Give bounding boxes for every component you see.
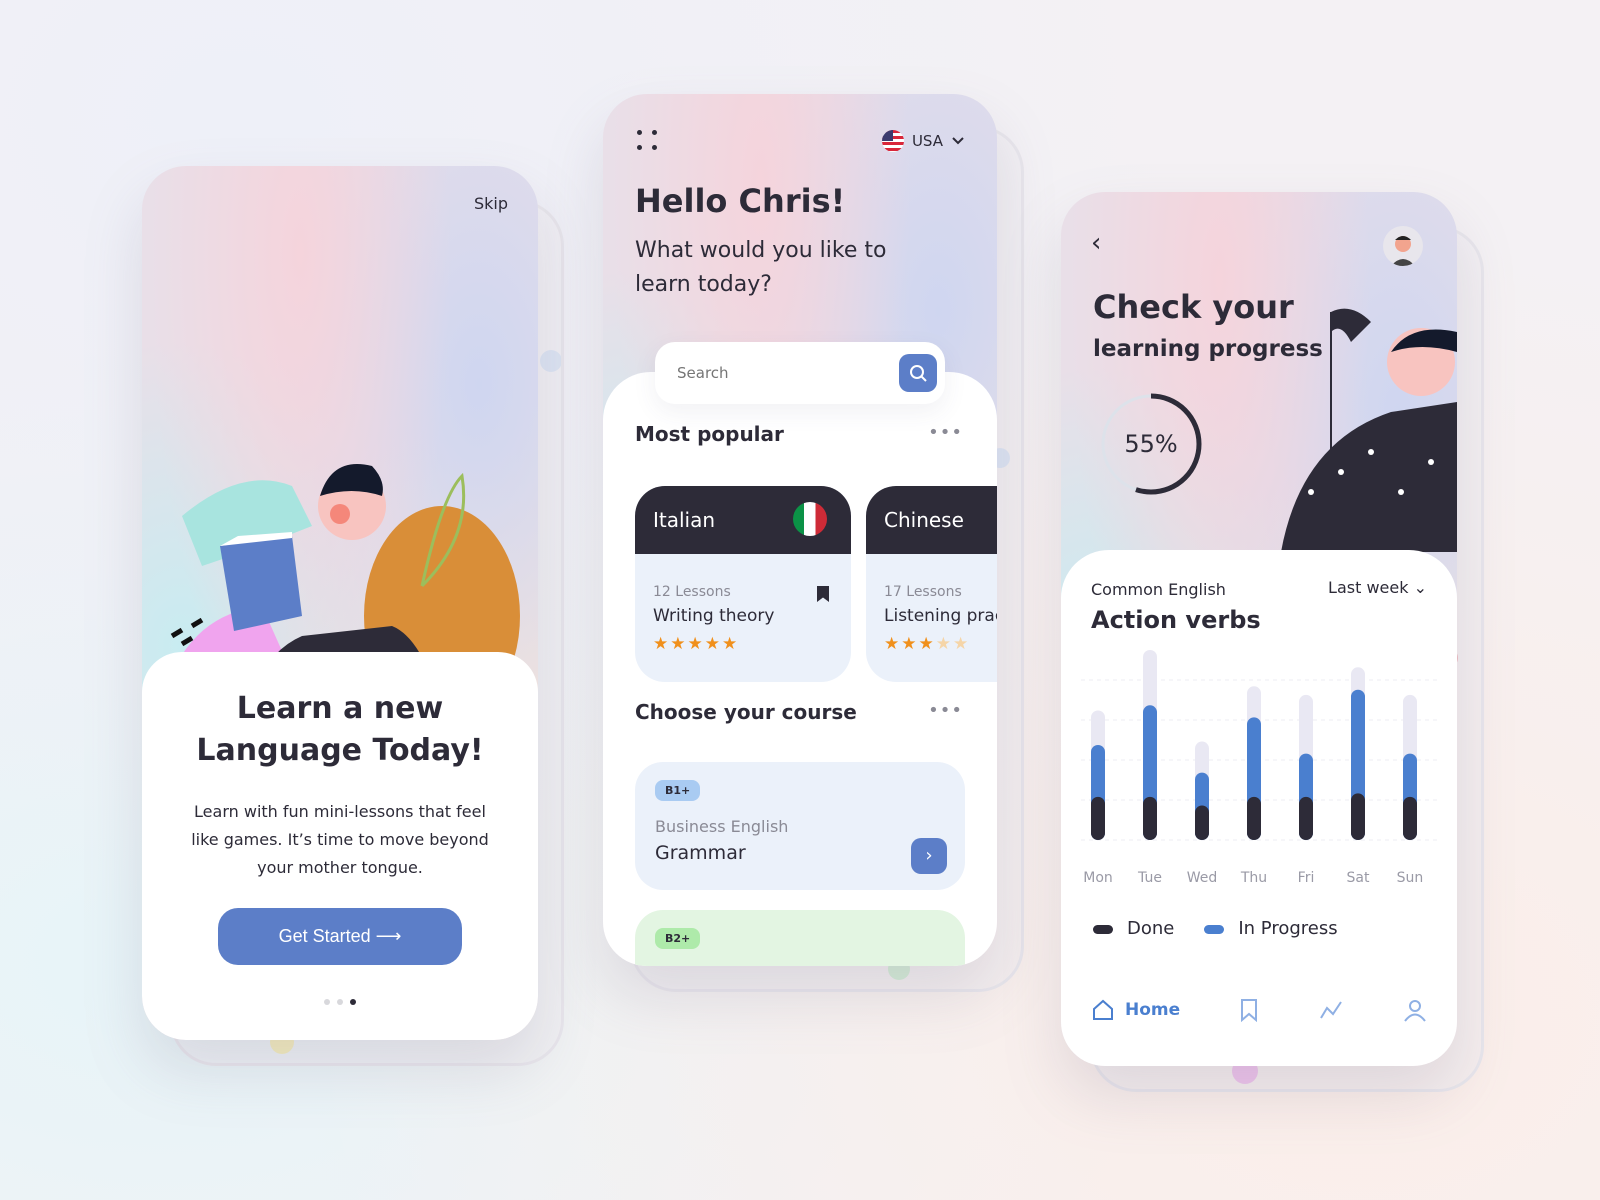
bar-done: [1403, 796, 1417, 840]
popular-course-card[interactable]: Chinese 17 Lessons Listening practice ★★…: [866, 486, 997, 682]
lesson-topic: Listening practice: [884, 606, 997, 626]
stats-nav-icon[interactable]: [1318, 998, 1344, 1022]
bottom-nav: Home: [1091, 998, 1427, 1022]
onboarding-title: Learn a new Language Today!: [196, 691, 484, 768]
star-rating: ★★★★★: [884, 634, 971, 654]
page-dot[interactable]: [337, 999, 343, 1005]
italy-flag-icon: [793, 502, 827, 536]
search-button[interactable]: [899, 354, 937, 392]
x-tick-label: Sun: [1397, 870, 1424, 886]
progress-percent: 55%: [1124, 430, 1177, 458]
topic-title: Action verbs: [1091, 606, 1261, 634]
home-screen: USA Hello Chris! What would you like to …: [603, 94, 997, 966]
chart-card: Common English Last week ⌄ Action verbs …: [1061, 550, 1457, 1066]
bar-done: [1091, 796, 1105, 840]
x-tick-label: Mon: [1083, 870, 1113, 886]
language-name: Chinese: [884, 508, 964, 532]
course-name: Common English: [1091, 580, 1226, 599]
course-category: Business English: [655, 817, 789, 836]
x-tick-label: Fri: [1298, 870, 1315, 886]
bar-done: [1143, 796, 1157, 840]
country-label: USA: [911, 132, 943, 150]
more-options-button[interactable]: •••: [928, 700, 963, 721]
onboarding-screen: Skip Learn a new Language Today! Learn wi…: [142, 166, 538, 1040]
search-bar: [655, 342, 945, 404]
more-options-button[interactable]: •••: [928, 422, 963, 443]
nav-home[interactable]: Home: [1091, 998, 1180, 1022]
lesson-count: 12 Lessons: [653, 584, 731, 600]
x-tick-label: Wed: [1187, 870, 1218, 886]
course-card[interactable]: B2+: [635, 910, 965, 966]
search-input[interactable]: [677, 364, 899, 382]
weekly-progress-chart: Mon Tue Wed Thu Fri Sat Sun: [1081, 650, 1437, 886]
popular-course-card[interactable]: Italian 12 Lessons Writing theory ★★★★★: [635, 486, 851, 682]
lesson-count: 17 Lessons: [884, 584, 962, 600]
progress-title: Check your: [1093, 288, 1294, 326]
page-dot[interactable]: [324, 999, 330, 1005]
search-icon: [910, 365, 927, 382]
progress-ring: 55%: [1100, 393, 1202, 495]
country-selector[interactable]: USA: [881, 130, 965, 152]
course-card[interactable]: B1+ Business English Grammar ›: [635, 762, 965, 890]
language-name: Italian: [653, 508, 716, 532]
period-dropdown[interactable]: Last week ⌄: [1328, 578, 1427, 597]
skip-button[interactable]: Skip: [474, 194, 508, 213]
menu-icon[interactable]: [637, 130, 659, 152]
x-tick-label: Tue: [1137, 870, 1162, 886]
profile-nav-icon[interactable]: [1403, 998, 1427, 1022]
bar-done: [1247, 796, 1261, 840]
chevron-down-icon: [952, 137, 964, 145]
greeting: Hello Chris!: [635, 182, 846, 220]
level-badge: B1+: [655, 780, 701, 801]
page-indicator: [142, 999, 538, 1005]
onboarding-card: Learn a new Language Today! Learn with fu…: [142, 652, 538, 1040]
choose-course-title: Choose your course: [635, 700, 857, 724]
x-tick-label: Thu: [1240, 870, 1267, 886]
bookmark-nav-icon[interactable]: [1239, 998, 1259, 1022]
chevron-right-icon[interactable]: ›: [911, 838, 947, 874]
star-rating: ★★★★★: [653, 634, 740, 654]
bar-done: [1351, 793, 1365, 840]
home-icon: [1093, 999, 1113, 1020]
most-popular-title: Most popular: [635, 422, 784, 446]
lesson-topic: Writing theory: [653, 606, 775, 626]
flag-person-illustration: [1281, 308, 1457, 552]
x-tick-label: Sat: [1347, 870, 1370, 886]
onboarding-description: Learn with fun mini-lessons that feel li…: [191, 802, 489, 877]
usa-flag-icon: [881, 130, 904, 152]
chart-legend: Done In Progress: [1093, 918, 1338, 939]
legend-swatch-done: [1093, 924, 1113, 934]
avatar[interactable]: [1383, 226, 1423, 266]
back-arrow-icon[interactable]: ‹: [1091, 228, 1101, 258]
get-started-button[interactable]: Get Started ⟶: [218, 908, 462, 965]
prompt-question: What would you like to learn today?: [635, 238, 887, 297]
legend-swatch-progress: [1204, 924, 1225, 934]
page-dot-active[interactable]: [350, 999, 356, 1005]
level-badge: B2+: [655, 928, 701, 949]
progress-screen: ‹ Check your learning progress 55% Commo…: [1061, 192, 1457, 1066]
bar-done: [1195, 805, 1209, 840]
bar-done: [1299, 796, 1313, 840]
